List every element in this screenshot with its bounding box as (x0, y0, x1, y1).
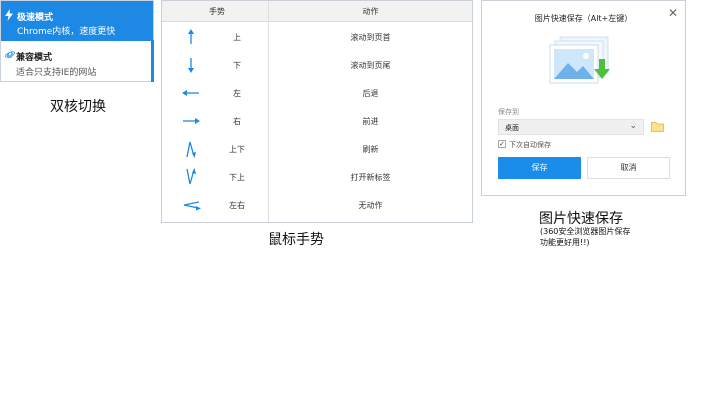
gesture-action: 刷新 (362, 145, 379, 154)
menu-scroll-edge (151, 40, 154, 82)
table-row: 下 滚动到页尾 (162, 51, 472, 79)
auto-save-checkbox[interactable]: ✓ (498, 140, 506, 148)
caption-note-line-2: 功能更好用!!) (540, 238, 590, 247)
compat-mode-desc: 适合只支持IE的网站 (16, 68, 97, 78)
fast-mode-title: 极速模式 (17, 13, 54, 23)
header-gesture: 手势 (209, 7, 225, 16)
gesture-name: 左 (233, 89, 241, 98)
dialog-title: 图片快速保存（Alt+左键） (534, 14, 633, 23)
gesture-left-right-icon (183, 201, 201, 211)
table-row: 上下 刷新 (162, 135, 472, 163)
close-icon[interactable]: ✕ (668, 6, 678, 20)
caption-mouse-gesture: 鼠标手势 (268, 232, 324, 248)
image-download-illustration-icon (549, 36, 610, 84)
gesture-name: 右 (233, 117, 241, 126)
arrow-up-icon (188, 29, 194, 44)
gesture-action: 前进 (362, 117, 379, 126)
table-row: 右 前进 (162, 107, 472, 135)
save-to-label: 保存到 (498, 108, 519, 116)
gesture-name: 上 (233, 33, 241, 42)
caption-dual-core: 双核切换 (50, 99, 106, 115)
gesture-action: 打开新标签 (350, 173, 391, 182)
header-action: 动作 (362, 7, 379, 16)
caption-image-save: 图片快速保存 (539, 211, 623, 227)
gesture-name: 下 (233, 61, 241, 70)
save-button[interactable]: 保存 (498, 157, 581, 179)
gesture-action: 无动作 (358, 201, 383, 210)
menu-item-compat-mode[interactable]: e 兼容模式 适合只支持IE的网站 (1, 41, 151, 81)
caption-note-line-1: (360安全浏览器图片保存 (540, 227, 631, 236)
gesture-name: 左右 (229, 201, 245, 210)
gesture-name: 上下 (229, 145, 245, 154)
cancel-button[interactable]: 取消 (587, 157, 670, 179)
ie-icon: e (5, 49, 15, 59)
image-save-dialog: 图片快速保存（Alt+左键） ✕ 保存到 桌面 ⌄ ✓ 下次自动保存 保存 取消 (481, 0, 686, 196)
menu-item-fast-mode[interactable]: 极速模式 Chrome内核，速度更快 (1, 1, 153, 41)
gesture-table: 手势 动作 上 滚动到页首 下 滚动到页尾 左 后退 右 前进 上下 刷新 下上… (161, 0, 473, 223)
chevron-down-icon: ⌄ (629, 121, 637, 131)
gesture-table-header: 手势 动作 (162, 1, 472, 22)
save-location-value: 桌面 (505, 124, 519, 132)
arrow-down-icon (188, 58, 194, 73)
table-row: 上 滚动到页首 (162, 23, 472, 51)
fast-mode-desc: Chrome内核，速度更快 (17, 27, 116, 37)
gesture-action: 滚动到页首 (350, 33, 391, 42)
arrow-right-icon (183, 118, 200, 124)
gesture-name: 下上 (229, 173, 245, 182)
gesture-up-down-icon (186, 141, 196, 158)
table-row: 左 后退 (162, 79, 472, 107)
table-row: 下上 打开新标签 (162, 163, 472, 191)
gesture-action: 后退 (362, 89, 379, 98)
core-switch-menu: 极速模式 Chrome内核，速度更快 e 兼容模式 适合只支持IE的网站 (0, 0, 154, 82)
arrow-left-icon (182, 90, 199, 96)
gesture-down-up-icon (186, 168, 196, 185)
auto-save-label: 下次自动保存 (509, 141, 551, 149)
gesture-action: 滚动到页尾 (350, 61, 391, 70)
lightning-icon (5, 9, 13, 21)
compat-mode-title: 兼容模式 (16, 53, 53, 63)
save-location-select[interactable]: 桌面 ⌄ (498, 119, 644, 135)
table-row: 左右 无动作 (162, 191, 472, 219)
folder-icon[interactable] (651, 121, 664, 132)
